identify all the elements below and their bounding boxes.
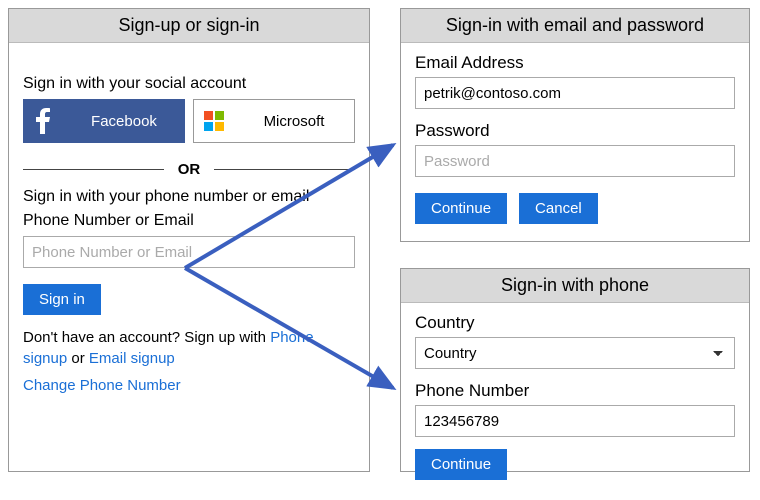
facebook-icon: [23, 108, 63, 134]
signin-phone-title: Sign-in with phone: [401, 269, 749, 303]
email-cancel-button[interactable]: Cancel: [519, 193, 598, 224]
signin-phone-panel: Sign-in with phone Country Country Phone…: [400, 268, 750, 472]
email-address-label: Email Address: [415, 53, 735, 73]
facebook-button[interactable]: Facebook: [23, 99, 185, 143]
signin-email-title: Sign-in with email and password: [401, 9, 749, 43]
microsoft-icon: [194, 111, 234, 131]
phone-number-label: Phone Number: [415, 381, 735, 401]
facebook-button-label: Facebook: [63, 113, 185, 130]
phone-continue-button[interactable]: Continue: [415, 449, 507, 480]
microsoft-button-label: Microsoft: [234, 113, 354, 130]
phone-email-input[interactable]: [23, 236, 355, 268]
social-sign-in-heading: Sign in with your social account: [23, 75, 355, 93]
sign-in-button[interactable]: Sign in: [23, 284, 101, 315]
microsoft-button[interactable]: Microsoft: [193, 99, 355, 143]
signup-signin-title: Sign-up or sign-in: [9, 9, 369, 43]
phone-email-label: Phone Number or Email: [23, 212, 355, 230]
email-signup-link[interactable]: Email signup: [89, 350, 175, 367]
country-select[interactable]: Country: [415, 337, 735, 369]
email-address-input[interactable]: [415, 77, 735, 109]
signup-prompt: Don't have an account? Sign up with Phon…: [23, 327, 355, 369]
signin-email-panel: Sign-in with email and password Email Ad…: [400, 8, 750, 242]
password-input[interactable]: [415, 145, 735, 177]
country-label: Country: [415, 313, 735, 333]
or-divider-label: OR: [164, 161, 215, 178]
email-continue-button[interactable]: Continue: [415, 193, 507, 224]
password-label: Password: [415, 121, 735, 141]
or-divider: OR: [23, 161, 355, 178]
change-phone-number-link[interactable]: Change Phone Number: [23, 377, 181, 394]
signup-signin-panel: Sign-up or sign-in Sign in with your soc…: [8, 8, 370, 472]
phone-email-sign-in-heading: Sign in with your phone number or email: [23, 188, 355, 206]
signup-or-text: or: [67, 350, 89, 367]
signup-prefix-text: Don't have an account? Sign up with: [23, 329, 270, 346]
phone-number-input[interactable]: [415, 405, 735, 437]
